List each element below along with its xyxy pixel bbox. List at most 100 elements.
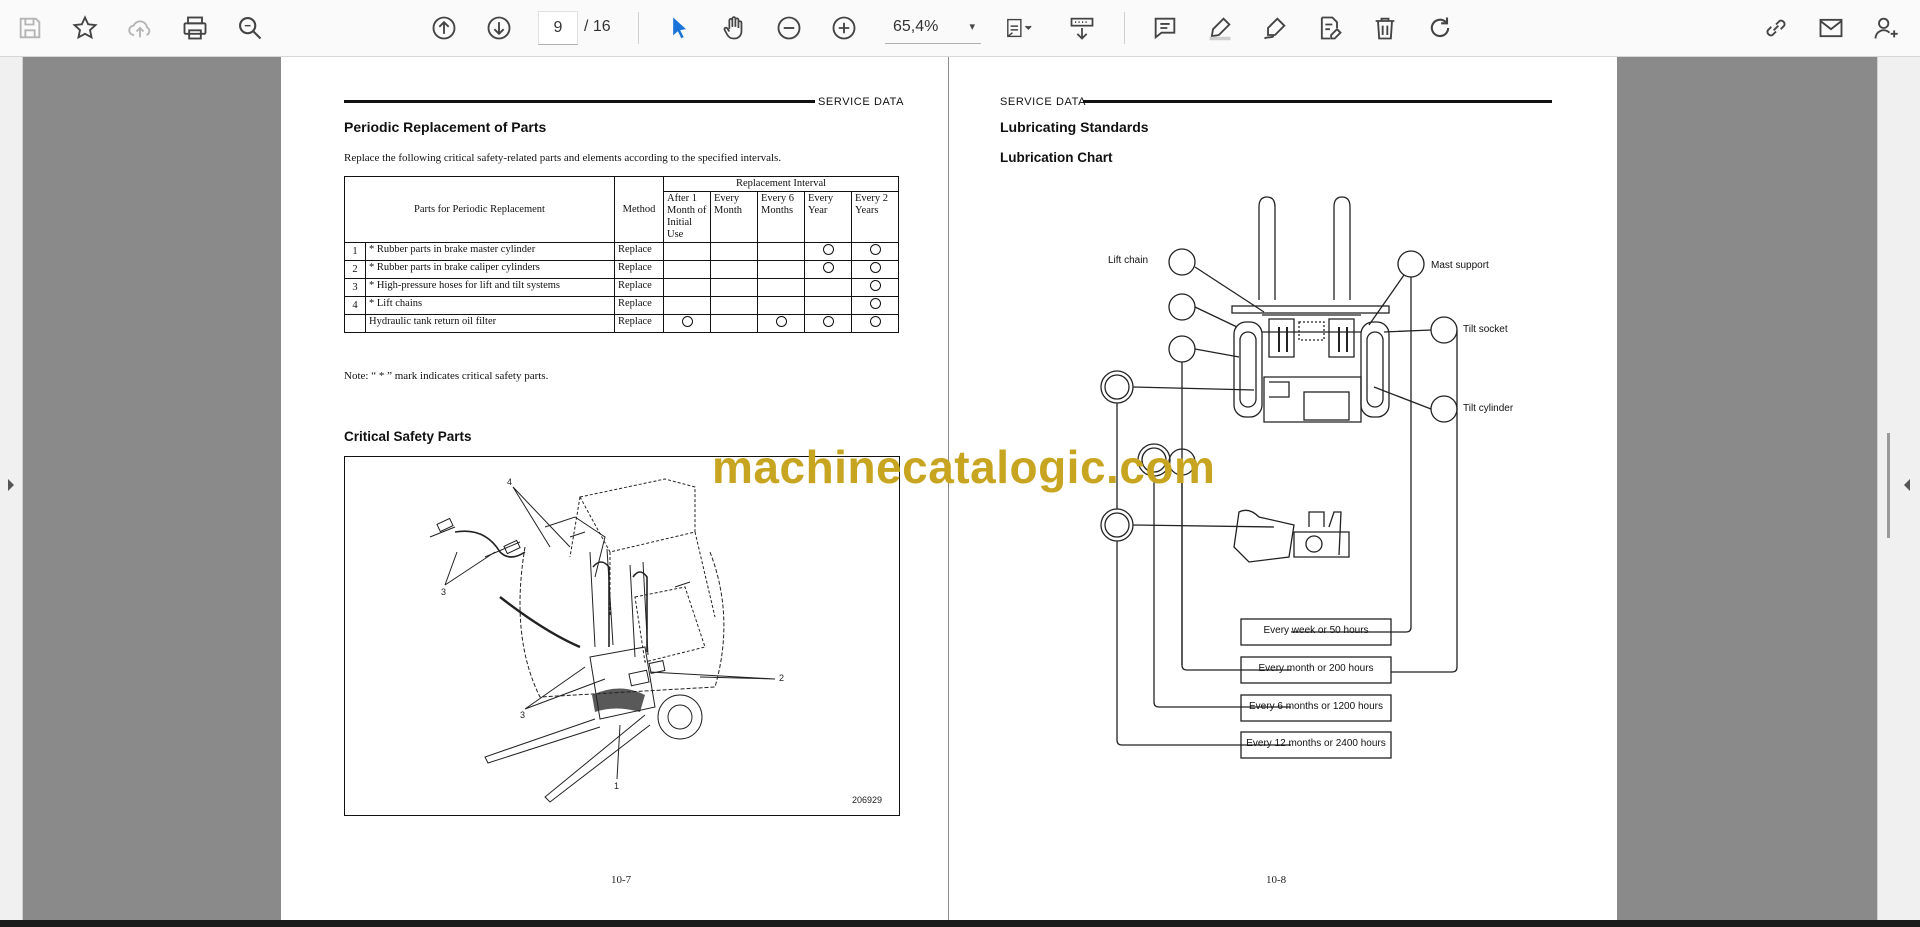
- figure-label-1: 1: [614, 781, 620, 791]
- col-header-method: Method: [614, 176, 664, 243]
- page-number: 10-7: [611, 874, 632, 886]
- part-name: Hydraulic tank return oil filter: [365, 314, 615, 333]
- row-number: 3: [344, 278, 366, 297]
- replacement-table: Parts for Periodic Replacement Method Re…: [344, 176, 899, 333]
- page-number: 10-8: [1266, 874, 1287, 886]
- figure-code: 206929: [852, 795, 883, 805]
- vertical-scrollbar[interactable]: [1887, 433, 1890, 538]
- callout-tilt-socket: Tilt socket: [1463, 324, 1508, 335]
- row-number: 4: [344, 296, 366, 315]
- intro-text: Replace the following critical safety-re…: [344, 152, 782, 164]
- interval-cell: [804, 314, 852, 333]
- expand-left-icon[interactable]: [1902, 477, 1912, 493]
- figure-label-3: 3: [520, 710, 526, 720]
- hand-tool-icon[interactable]: [712, 6, 756, 50]
- callout-lift-chain: Lift chain: [1108, 255, 1149, 266]
- interval-cell: [710, 278, 758, 297]
- bottom-status-bar: [0, 920, 1920, 927]
- redo-rotate-icon[interactable]: [1418, 6, 1462, 50]
- interval-cell: [663, 278, 711, 297]
- col-header-interval: Replacement Interval: [663, 176, 899, 192]
- interval-cell: [757, 260, 805, 279]
- interval-cell: [710, 260, 758, 279]
- interval-cell: [710, 314, 758, 333]
- col-header-interval-item: Every 6 Months: [757, 191, 805, 243]
- circle-mark-icon: [822, 316, 834, 327]
- part-name: * High-pressure hoses for lift and tilt …: [365, 278, 615, 297]
- circle-mark-icon: [869, 262, 881, 273]
- expand-right-icon[interactable]: [6, 477, 16, 493]
- select-cursor-icon[interactable]: [657, 6, 701, 50]
- part-name: * Rubber parts in brake master cylinder: [365, 242, 615, 261]
- col-header-interval-item: Every Year: [804, 191, 852, 243]
- row-number: 1: [344, 242, 366, 261]
- left-panel-toggle[interactable]: [0, 57, 23, 920]
- add-user-icon[interactable]: [1864, 6, 1908, 50]
- replacement-method: Replace: [614, 314, 664, 333]
- table-note: Note: “ * ” mark indicates critical safe…: [344, 370, 549, 382]
- interval-cell: [851, 242, 899, 261]
- page-fit-icon[interactable]: [997, 6, 1041, 50]
- zoom-level-value: 65,4%: [893, 18, 939, 35]
- circle-mark-icon: [869, 244, 881, 255]
- replacement-method: Replace: [614, 242, 664, 261]
- part-name: * Rubber parts in brake caliper cylinder…: [365, 260, 615, 279]
- legend-monthly: Every month or 200 hours: [1258, 663, 1374, 674]
- edit-document-icon[interactable]: [1308, 6, 1352, 50]
- circle-mark-icon: [869, 298, 881, 309]
- forklift-drawing: [429, 478, 776, 803]
- figure-label-4: 4: [507, 477, 513, 487]
- interval-cell: [757, 314, 805, 333]
- zoom-in-icon[interactable]: [822, 6, 866, 50]
- zoom-level-select[interactable]: 65,4% ▾: [885, 11, 981, 44]
- scroll-mode-icon[interactable]: [1060, 6, 1104, 50]
- legend-six-months: Every 6 months or 1200 hours: [1249, 701, 1383, 712]
- toolbar-divider: [638, 12, 639, 44]
- circle-mark-icon: [869, 280, 881, 291]
- delete-trash-icon[interactable]: [1363, 6, 1407, 50]
- save-icon[interactable]: [8, 6, 52, 50]
- previous-page-icon[interactable]: [422, 6, 466, 50]
- interval-cell: [851, 296, 899, 315]
- chevron-down-icon: ▾: [969, 21, 975, 33]
- bookmark-star-icon[interactable]: [63, 6, 107, 50]
- interval-cell: [757, 296, 805, 315]
- table-row: 2 * Rubber parts in brake caliper cylinde…: [344, 260, 899, 279]
- share-link-icon[interactable]: [1754, 6, 1798, 50]
- critical-parts-figure: 4 3 2 3 1 206929: [344, 456, 900, 816]
- toolbar: 9 / 16 65,4% ▾: [0, 0, 1920, 57]
- callout-tilt-cylinder: Tilt cylinder: [1463, 403, 1514, 414]
- table-row: Hydraulic tank return oil filter Replace: [344, 314, 899, 333]
- circle-mark-icon: [822, 262, 834, 273]
- print-icon[interactable]: [173, 6, 217, 50]
- table-row: 3 * High-pressure hoses for lift and tilt…: [344, 278, 899, 297]
- table-row: 1 * Rubber parts in brake master cylinder…: [344, 242, 899, 261]
- comment-icon[interactable]: [1143, 6, 1187, 50]
- next-page-icon[interactable]: [477, 6, 521, 50]
- page-total-label: / 16: [584, 18, 611, 35]
- email-icon[interactable]: [1809, 6, 1853, 50]
- legend-weekly: Every week or 50 hours: [1263, 625, 1369, 636]
- circle-mark-icon: [869, 316, 881, 327]
- interval-cell: [663, 296, 711, 315]
- col-header-parts: Parts for Periodic Replacement: [344, 176, 615, 243]
- highlight-pen-icon[interactable]: [1198, 6, 1242, 50]
- col-header-interval-item: Every 2 Years: [851, 191, 899, 243]
- legend-twelve-months: Every 12 months or 2400 hours: [1246, 738, 1386, 749]
- callout-mast-support: Mast support: [1431, 260, 1489, 271]
- figure-label-3: 3: [441, 587, 447, 597]
- draw-freehand-icon[interactable]: [1253, 6, 1297, 50]
- zoom-out-icon[interactable]: [767, 6, 811, 50]
- interval-cell: [851, 314, 899, 333]
- interval-cell: [804, 296, 852, 315]
- figure-title: Critical Safety Parts: [344, 429, 472, 444]
- current-page-input[interactable]: 9: [538, 11, 578, 45]
- interval-cell: [710, 242, 758, 261]
- row-number: 2: [344, 260, 366, 279]
- zoom-search-icon[interactable]: [228, 6, 272, 50]
- right-panel-toggle[interactable]: [1877, 57, 1920, 920]
- cloud-upload-icon[interactable]: [118, 6, 162, 50]
- circle-mark-icon: [775, 316, 787, 327]
- interval-cell: [663, 260, 711, 279]
- circle-mark-icon: [681, 316, 693, 327]
